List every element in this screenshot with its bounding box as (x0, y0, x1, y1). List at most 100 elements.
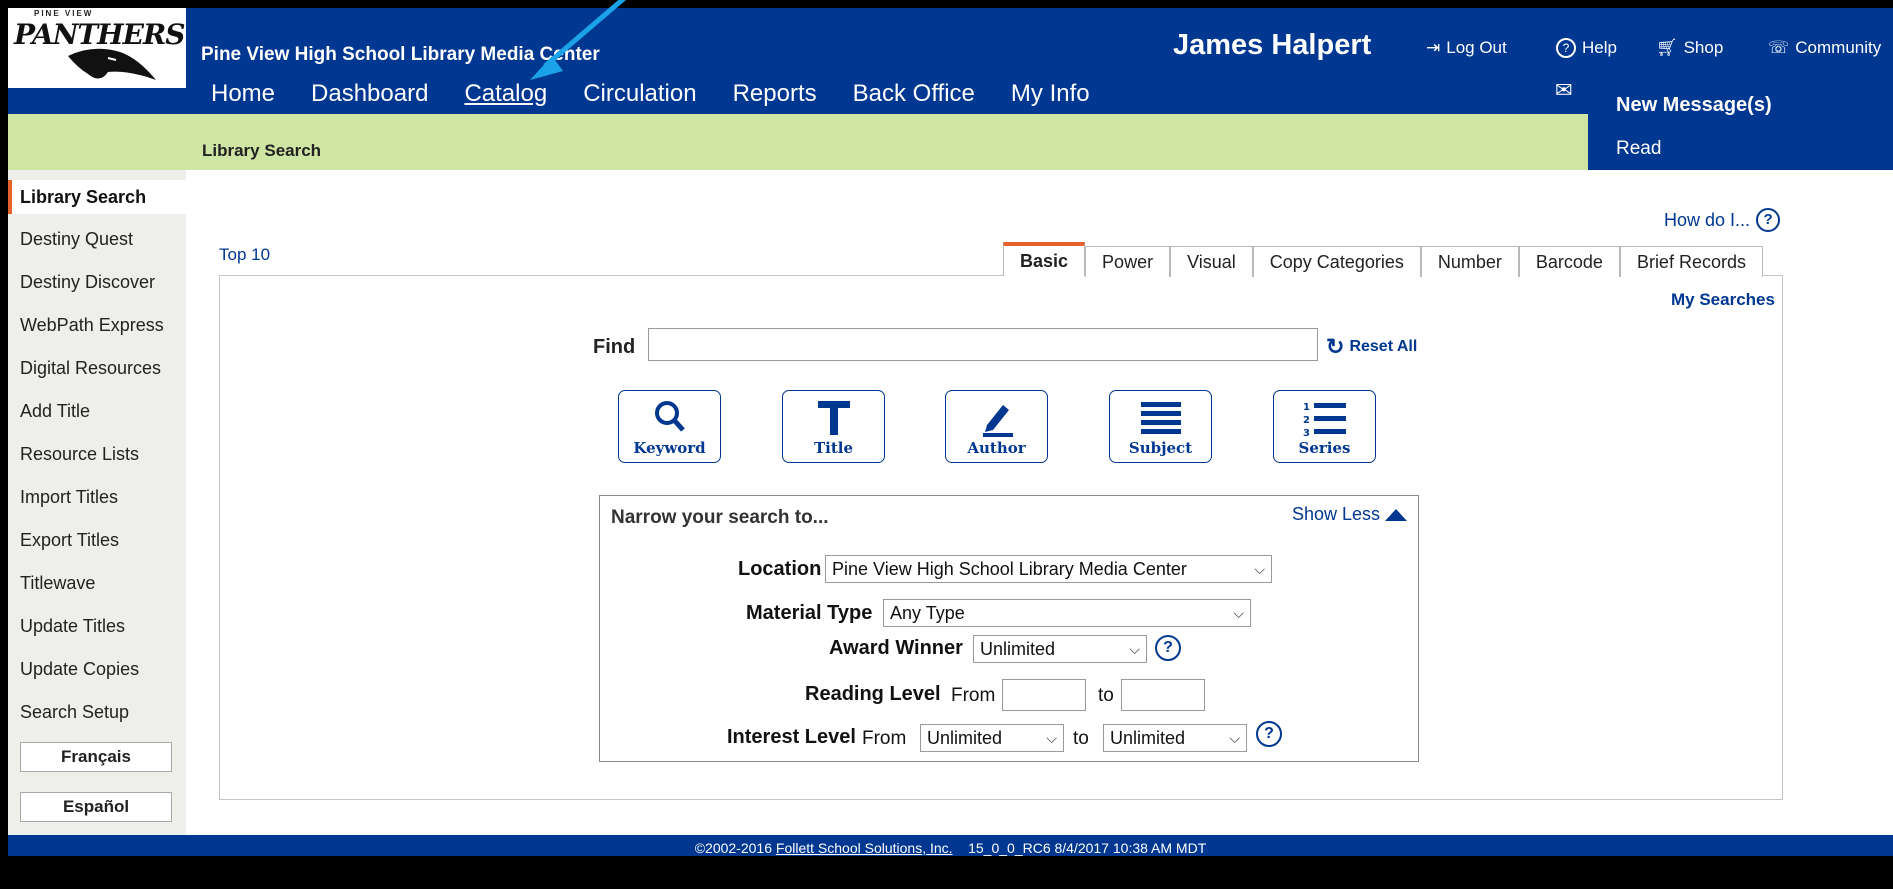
my-searches-link[interactable]: My Searches (1671, 290, 1775, 310)
school-name: Pine View High School Library Media Cent… (201, 44, 600, 65)
author-search-button[interactable]: Author (945, 390, 1048, 463)
location-label: Location (738, 558, 822, 580)
location-value: Pine View High School Library Media Cent… (832, 559, 1187, 579)
chevron-down-icon: ⌵ (1129, 641, 1140, 657)
reading-to-input[interactable] (1121, 679, 1205, 711)
school-logo[interactable]: PINE VIEW PANTHERS (8, 8, 186, 88)
panther-head-icon (68, 48, 156, 80)
tab-visual[interactable]: Visual (1170, 246, 1253, 277)
sidebar-item-add-title[interactable]: Add Title (8, 394, 186, 428)
sidebar-item-search-setup[interactable]: Search Setup (8, 695, 186, 729)
author-label: Author (967, 439, 1026, 457)
reset-all-button[interactable]: ↻ Reset All (1326, 334, 1417, 360)
how-do-i-link[interactable]: How do I... ? (1664, 208, 1781, 232)
envelope-icon[interactable]: ✉ (1555, 78, 1573, 103)
keyword-search-button[interactable]: Keyword (618, 390, 721, 463)
interest-from-select[interactable]: Unlimited ⌵ (920, 724, 1064, 752)
page-title: Library Search (202, 141, 322, 160)
nav-my-info[interactable]: My Info (993, 80, 1108, 114)
new-messages-link[interactable]: New Message(s) (1616, 94, 1772, 117)
sidebar-item-destiny-quest[interactable]: Destiny Quest (8, 222, 186, 256)
reading-from-input[interactable] (1002, 679, 1086, 711)
interest-help-icon[interactable]: ? (1256, 721, 1282, 747)
chevron-down-icon: ⌵ (1233, 605, 1244, 621)
sidebar-item-update-copies[interactable]: Update Copies (8, 652, 186, 686)
nav-catalog[interactable]: Catalog (446, 80, 565, 120)
version-info: 15_0_0_RC6 8/4/2017 10:38 AM MDT (968, 840, 1207, 856)
interest-from-value: Unlimited (927, 728, 1003, 748)
sidebar-item-resource-lists[interactable]: Resource Lists (8, 437, 186, 471)
sidebar-item-digital-resources[interactable]: Digital Resources (8, 351, 186, 385)
how-do-i-label: How do I... (1664, 209, 1751, 230)
user-name: James Halpert (1173, 29, 1372, 61)
espanol-button[interactable]: Español (20, 792, 172, 822)
reading-to-label: to (1098, 685, 1114, 706)
tab-basic[interactable]: Basic (1003, 242, 1086, 276)
svg-text:1: 1 (1303, 402, 1310, 413)
reset-icon: ↻ (1326, 334, 1345, 359)
title-search-button[interactable]: Title (782, 390, 885, 463)
lines-icon (1140, 402, 1181, 434)
read-messages-link[interactable]: Read (1616, 138, 1661, 160)
chevron-down-icon: ⌵ (1254, 561, 1265, 577)
award-winner-select[interactable]: Unlimited ⌵ (973, 635, 1147, 663)
svg-text:2: 2 (1303, 415, 1310, 426)
subject-search-button[interactable]: Subject (1109, 390, 1212, 463)
help-link[interactable]: ? Help (1556, 38, 1617, 58)
material-type-label: Material Type (746, 602, 873, 624)
sidebar-item-update-titles[interactable]: Update Titles (8, 609, 186, 643)
series-search-button[interactable]: 1 2 3 Series (1273, 390, 1376, 463)
sidebar-item-import-titles[interactable]: Import Titles (8, 480, 186, 514)
subject-label: Subject (1128, 439, 1193, 457)
triangle-up-icon (1385, 508, 1408, 521)
narrow-search-panel: Narrow your search to... Show Less Locat… (599, 495, 1419, 762)
nav-circulation[interactable]: Circulation (565, 80, 714, 114)
community-icon: ☏ (1768, 38, 1790, 57)
interest-level-label: Interest Level (727, 726, 856, 748)
location-select[interactable]: Pine View High School Library Media Cent… (825, 555, 1272, 583)
find-input[interactable] (648, 328, 1318, 361)
main-nav: Home Dashboard Catalog Circulation Repor… (201, 80, 1108, 120)
interest-to-select[interactable]: Unlimited ⌵ (1103, 724, 1247, 752)
subbar: Library Search (8, 114, 1588, 170)
copyright-text: ©2002-2016 (694, 840, 772, 856)
top10-link[interactable]: Top 10 (219, 245, 270, 265)
help-circle-icon: ? (1556, 38, 1576, 58)
sidebar-item-export-titles[interactable]: Export Titles (8, 523, 186, 557)
keyword-label: Keyword (633, 439, 706, 457)
community-link[interactable]: ☏ Community (1768, 38, 1881, 58)
shop-link[interactable]: 🛒︎ Shop (1656, 38, 1723, 58)
help-label: Help (1582, 38, 1617, 57)
tab-brief-records[interactable]: Brief Records (1619, 246, 1763, 277)
tab-power[interactable]: Power (1085, 246, 1171, 277)
company-link[interactable]: Follett School Solutions, Inc. (776, 840, 953, 856)
title-t-icon (817, 401, 850, 435)
francais-button[interactable]: Français (20, 742, 172, 772)
narrow-title: Narrow your search to... (611, 507, 829, 528)
page: PINE VIEW PANTHERS Pine View High School… (8, 8, 1893, 856)
nav-home[interactable]: Home (201, 80, 293, 114)
sidebar-item-titlewave[interactable]: Titlewave (8, 566, 186, 600)
magnifier-icon (654, 401, 685, 432)
sidebar-item-destiny-discover[interactable]: Destiny Discover (8, 265, 186, 299)
help-question-icon: ? (1756, 208, 1781, 232)
sidebar-item-webpath-express[interactable]: WebPath Express (8, 308, 186, 342)
award-winner-label: Award Winner (829, 637, 963, 659)
sidebar-item-library-search[interactable]: Library Search (8, 180, 186, 214)
reading-from-label: From (951, 685, 996, 706)
find-label: Find (593, 336, 636, 358)
series-label: Series (1298, 439, 1351, 457)
nav-back-office[interactable]: Back Office (835, 80, 993, 114)
numbered-list-icon: 1 2 3 (1303, 402, 1346, 439)
show-less-link[interactable]: Show Less (1292, 504, 1408, 525)
nav-dashboard[interactable]: Dashboard (293, 80, 446, 114)
award-help-icon[interactable]: ? (1155, 635, 1181, 661)
nav-reports[interactable]: Reports (715, 80, 835, 114)
material-type-select[interactable]: Any Type ⌵ (883, 599, 1251, 627)
tab-number[interactable]: Number (1420, 246, 1519, 277)
tab-barcode[interactable]: Barcode (1518, 246, 1620, 277)
show-less-label: Show Less (1292, 504, 1381, 524)
reading-level-label: Reading Level (805, 683, 941, 705)
logout-link[interactable]: ⇥ Log Out (1426, 38, 1507, 58)
tab-copy-categories[interactable]: Copy Categories (1252, 246, 1421, 277)
